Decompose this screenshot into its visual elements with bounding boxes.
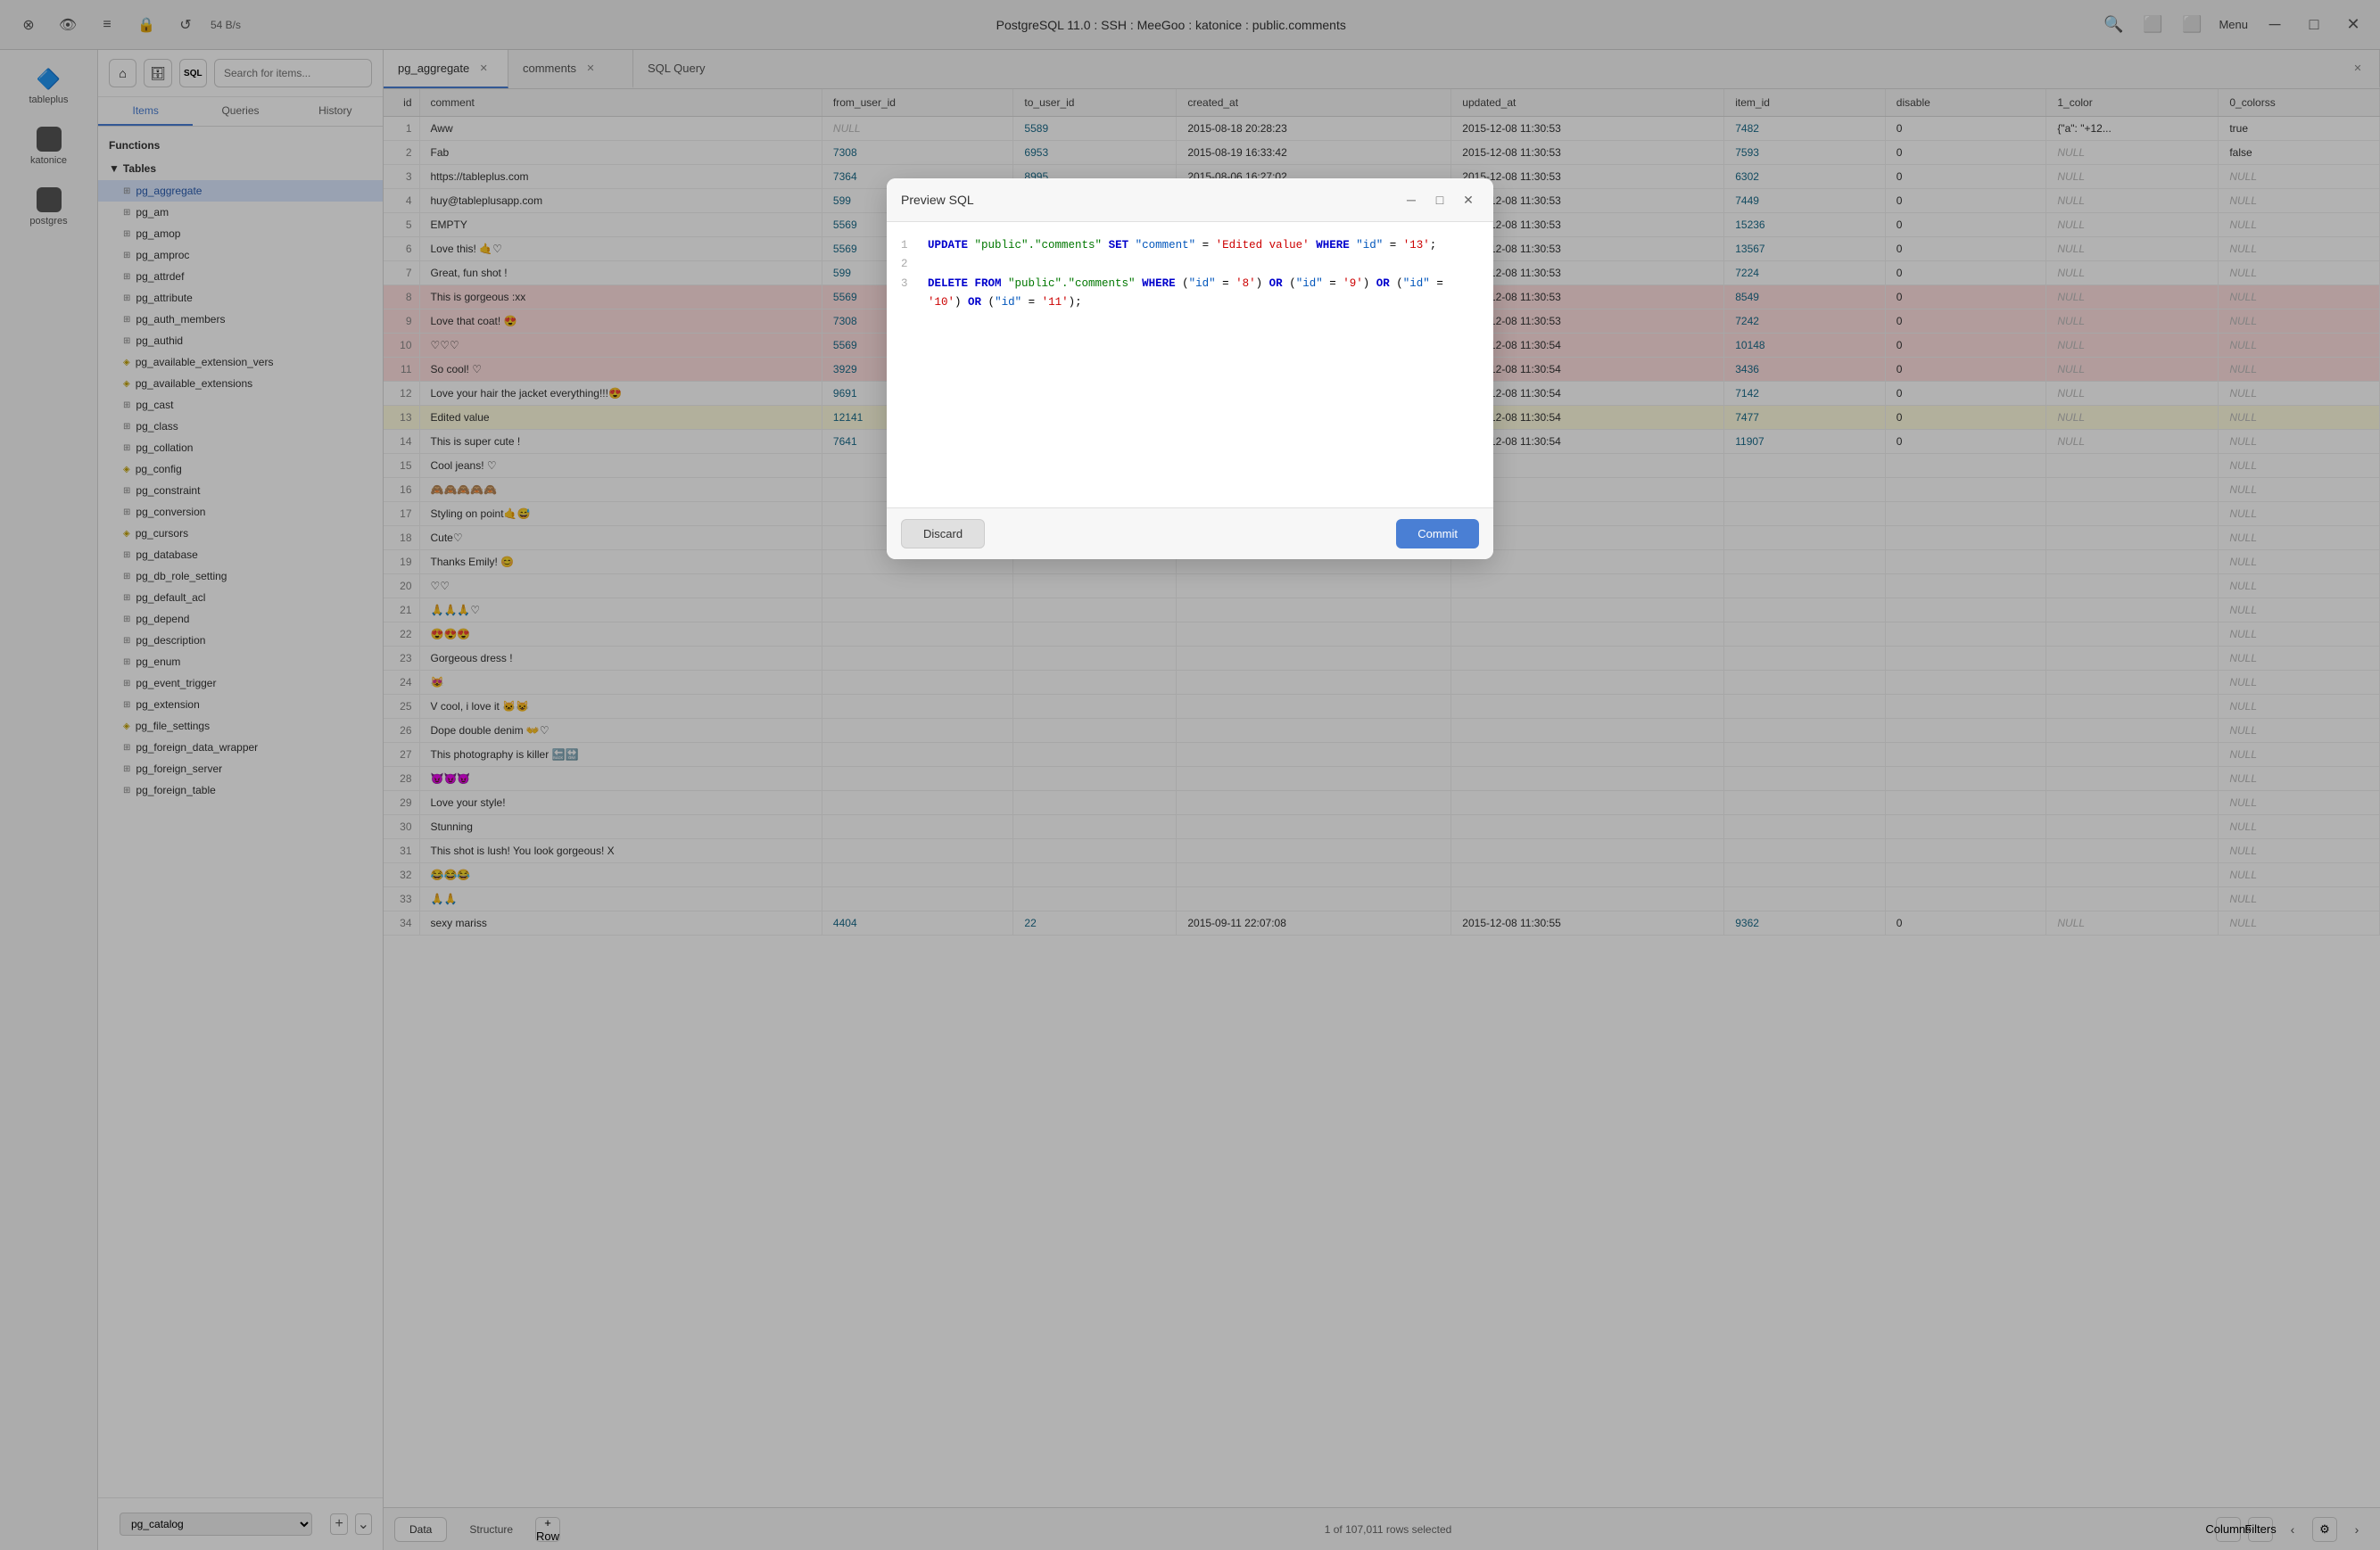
discard-button[interactable]: Discard bbox=[901, 519, 985, 548]
commit-button[interactable]: Commit bbox=[1396, 519, 1479, 548]
modal-header: Preview SQL ─ □ ✕ bbox=[887, 178, 1493, 222]
line-num-3: 3 bbox=[901, 275, 919, 293]
modal-overlay: Preview SQL ─ □ ✕ 1UPDATE "public"."comm… bbox=[0, 0, 2380, 1550]
preview-sql-modal: Preview SQL ─ □ ✕ 1UPDATE "public"."comm… bbox=[887, 178, 1493, 559]
modal-title: Preview SQL bbox=[901, 193, 974, 207]
line-num-1: 1 bbox=[901, 236, 919, 255]
modal-close-btn[interactable]: ✕ bbox=[1458, 189, 1479, 210]
modal-controls: ─ □ ✕ bbox=[1401, 189, 1479, 210]
modal-footer: Discard Commit bbox=[887, 507, 1493, 559]
sql-line-1: 1UPDATE "public"."comments" SET "comment… bbox=[901, 236, 1479, 255]
line-num-2: 2 bbox=[901, 255, 919, 274]
sql-line-2: 2 bbox=[901, 255, 1479, 274]
modal-expand-btn[interactable]: □ bbox=[1429, 189, 1450, 210]
sql-line-3: 3DELETE FROM "public"."comments" WHERE (… bbox=[901, 275, 1479, 293]
sql-line-3b: '10') OR ("id" = '11'); bbox=[901, 293, 1479, 312]
modal-minimize-btn[interactable]: ─ bbox=[1401, 189, 1422, 210]
modal-body: 1UPDATE "public"."comments" SET "comment… bbox=[887, 222, 1493, 507]
